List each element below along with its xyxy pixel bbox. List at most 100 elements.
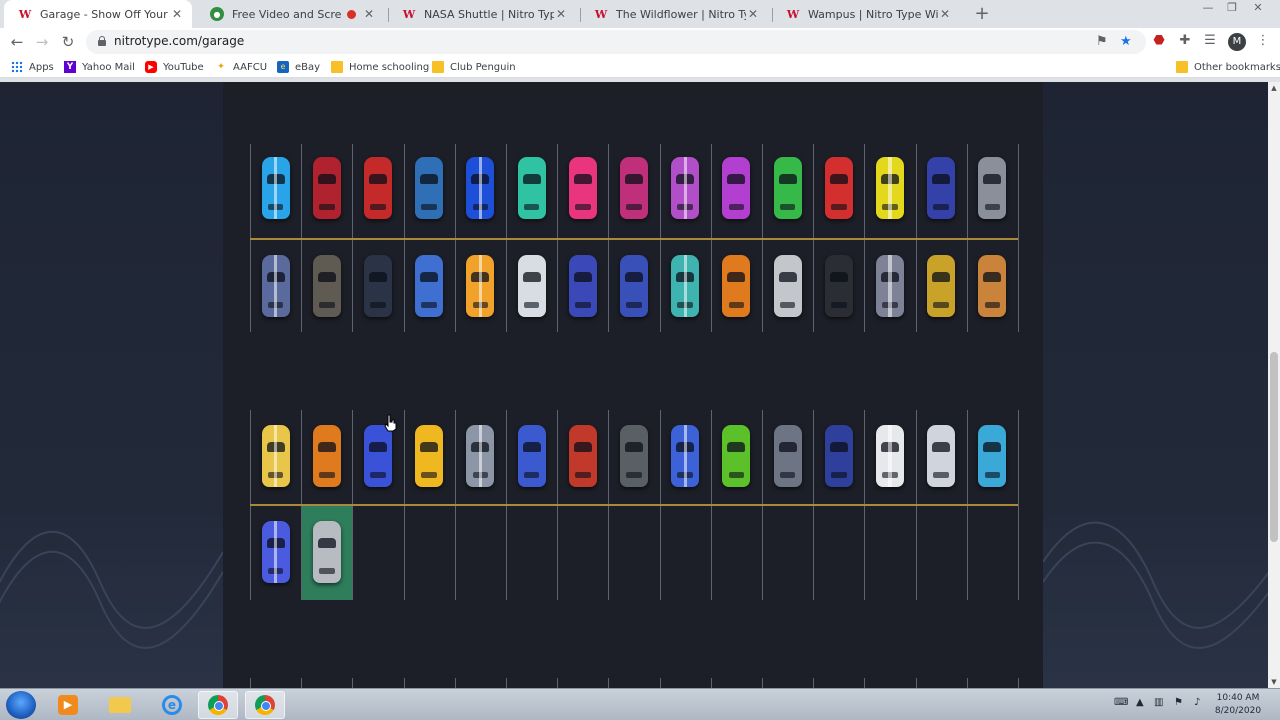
address-bar[interactable]: nitrotype.com/garage ⚑ ★ — [86, 30, 1146, 54]
parked-car[interactable] — [824, 255, 853, 317]
car-rear-window — [728, 472, 745, 479]
roller-coaster-decoration — [0, 530, 223, 649]
tab-close-icon[interactable]: ✕ — [938, 7, 952, 21]
bookmark-ebay[interactable]: e eBay — [277, 59, 320, 75]
back-arrow-icon[interactable]: ← — [7, 32, 27, 52]
parked-car[interactable] — [927, 255, 956, 317]
restore-icon[interactable]: ❐ — [1220, 0, 1244, 20]
forward-arrow-icon[interactable]: → — [32, 32, 52, 52]
bookmark-home-schooling[interactable]: Home schooling — [331, 59, 429, 75]
page-scrollbar[interactable]: ▲ ▼ — [1268, 82, 1280, 688]
parked-car[interactable] — [824, 425, 853, 487]
tab-close-icon[interactable]: ✕ — [746, 7, 760, 21]
parked-car[interactable] — [415, 157, 444, 219]
profile-avatar[interactable]: M — [1228, 33, 1246, 51]
media-controls-icon[interactable]: ☰ — [1201, 32, 1219, 50]
tab-nasa-shuttle[interactable]: W NASA Shuttle | Nitro Type Wiki | Fando… — [388, 0, 576, 28]
parked-car[interactable] — [517, 255, 546, 317]
bookmark-youtube[interactable]: ▶ YouTube — [145, 59, 204, 75]
parked-car[interactable] — [773, 157, 802, 219]
tab-close-icon[interactable]: ✕ — [362, 7, 376, 21]
parked-car[interactable] — [312, 157, 341, 219]
parked-car[interactable] — [517, 157, 546, 219]
scroll-up-icon[interactable]: ▲ — [1268, 82, 1280, 94]
parked-car[interactable] — [927, 157, 956, 219]
parked-car[interactable] — [261, 157, 290, 219]
parked-car[interactable] — [568, 255, 597, 317]
tray-network-icon[interactable]: ▥ — [1154, 697, 1163, 708]
parked-car[interactable] — [620, 425, 648, 487]
tray-volume-icon[interactable]: ♪ — [1194, 697, 1200, 708]
taskbar-media-player[interactable]: ▶ — [48, 691, 88, 719]
parked-car[interactable] — [364, 255, 392, 317]
tray-show-hidden-icon[interactable]: ▲ — [1136, 697, 1144, 708]
chrome-menu-icon[interactable]: ⋮ — [1254, 32, 1272, 50]
extensions-puzzle-icon[interactable]: ✚ — [1176, 32, 1194, 50]
parked-car[interactable] — [876, 255, 904, 317]
parked-car[interactable] — [722, 255, 751, 317]
parked-car[interactable] — [466, 157, 495, 219]
parking-lane-line — [454, 678, 456, 688]
scrollbar-thumb[interactable] — [1270, 352, 1278, 542]
tray-keyboard-icon[interactable]: ⌨ — [1114, 697, 1128, 708]
site-permissions-icon[interactable]: ⚑ — [1096, 33, 1108, 51]
parked-car[interactable] — [978, 255, 1007, 317]
tab-close-icon[interactable]: ✕ — [554, 7, 568, 21]
parked-car[interactable] — [876, 157, 904, 219]
tab-recorder[interactable]: ● Free Video and Screen Recorder ✕ — [196, 0, 384, 28]
parked-car[interactable] — [773, 425, 802, 487]
parked-car[interactable] — [261, 255, 290, 317]
parked-car[interactable] — [773, 255, 802, 317]
parked-car[interactable] — [415, 425, 444, 487]
close-window-icon[interactable]: ✕ — [1246, 0, 1270, 20]
bookmark-aafcu[interactable]: ✦ AAFCU — [215, 59, 267, 75]
taskbar-internet-explorer[interactable]: e — [152, 691, 192, 719]
parked-car[interactable] — [312, 425, 341, 487]
tab-wildflower[interactable]: W The Wildflower | Nitro Type Wiki | Fan… — [580, 0, 768, 28]
bookmark-club-penguin[interactable]: Club Penguin — [432, 59, 516, 75]
start-button-icon[interactable] — [6, 691, 36, 719]
parked-car[interactable] — [312, 255, 341, 317]
bookmark-star-icon[interactable]: ★ — [1120, 33, 1132, 51]
parked-car[interactable] — [671, 157, 700, 219]
parked-car[interactable] — [876, 425, 904, 487]
tab-garage[interactable]: W Garage - Show Off Your Cars | Nitro ✕ — [4, 0, 192, 28]
extension-adblock-icon[interactable]: ⬣ — [1150, 32, 1168, 50]
taskbar-clock[interactable]: 10:40 AM 8/20/2020 — [1212, 692, 1264, 718]
tab-close-icon[interactable]: ✕ — [170, 7, 184, 21]
parked-car[interactable] — [671, 255, 700, 317]
bookmark-other[interactable]: Other bookmarks — [1176, 59, 1280, 75]
parked-car[interactable] — [722, 425, 751, 487]
parked-car[interactable] — [415, 255, 444, 317]
minimize-icon[interactable]: — — [1196, 0, 1220, 20]
parked-car[interactable] — [620, 157, 648, 219]
taskbar-file-explorer[interactable] — [100, 691, 140, 719]
reload-icon[interactable]: ↻ — [58, 32, 78, 52]
parked-car[interactable] — [466, 425, 495, 487]
parked-car[interactable] — [261, 521, 290, 583]
parked-car[interactable] — [517, 425, 546, 487]
parked-car[interactable] — [620, 255, 648, 317]
parked-car[interactable] — [978, 157, 1007, 219]
parked-car[interactable] — [978, 425, 1007, 487]
scroll-down-icon[interactable]: ▼ — [1268, 676, 1280, 688]
parked-car[interactable] — [671, 425, 700, 487]
parked-car[interactable] — [364, 425, 392, 487]
new-tab-button[interactable]: + — [971, 3, 993, 25]
bookmark-apps[interactable]: Apps — [11, 59, 54, 75]
tab-wampus[interactable]: W Wampus | Nitro Type Wiki | Fandom ✕ — [772, 0, 960, 28]
parked-car[interactable] — [568, 425, 597, 487]
parked-car[interactable] — [722, 157, 751, 219]
taskbar-chrome-1[interactable] — [198, 691, 238, 719]
parked-car[interactable] — [364, 157, 392, 219]
parked-car[interactable] — [568, 157, 597, 219]
tray-action-center-icon[interactable]: ⚑ — [1174, 697, 1183, 708]
parked-car[interactable] — [466, 255, 495, 317]
bookmark-yahoo-mail[interactable]: Y Yahoo Mail — [64, 59, 135, 75]
car-racing-stripe — [478, 157, 483, 219]
parked-car[interactable] — [824, 157, 853, 219]
parked-car[interactable] — [261, 425, 290, 487]
parked-car[interactable] — [927, 425, 956, 487]
taskbar-chrome-2[interactable] — [245, 691, 285, 719]
parked-car[interactable] — [312, 521, 341, 583]
